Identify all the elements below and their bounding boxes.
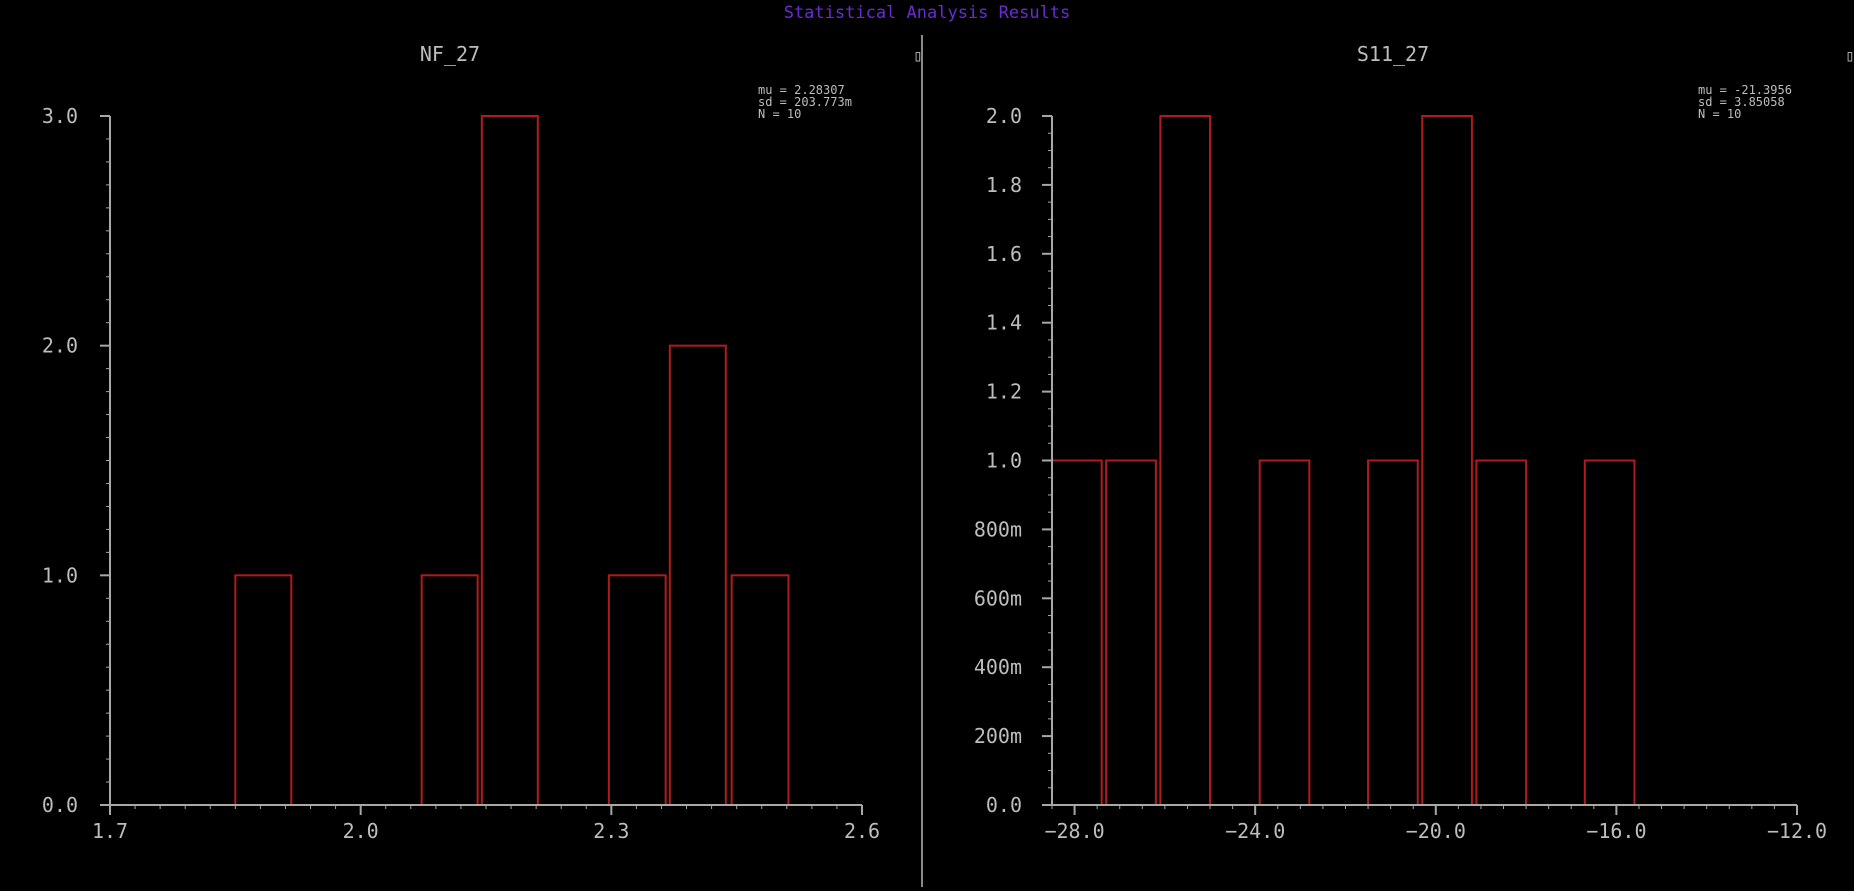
- x-tick-label: −16.0: [1586, 819, 1646, 843]
- y-tick-label: 400m: [974, 655, 1022, 679]
- x-tick-label: 2.3: [593, 819, 629, 843]
- y-tick-label: 1.4: [986, 311, 1022, 335]
- histogram-panel-s1127: S11_27 ▯mu = -21.3956sd = 3.85058N = 100.…: [974, 42, 1854, 843]
- chart-title: S11_27: [1357, 42, 1429, 66]
- stats-line: N = 10: [1698, 107, 1741, 121]
- panel-corner-icon: ▯: [913, 46, 923, 65]
- y-tick-label: 1.0: [986, 449, 1022, 473]
- histogram-bar-6: [730, 574, 790, 806]
- x-tick-label: −20.0: [1406, 819, 1466, 843]
- histogram-bar-4: [1258, 459, 1311, 806]
- panel-corner-icon: ▯: [1845, 46, 1854, 65]
- x-tick-label: −28.0: [1044, 819, 1104, 843]
- histogram-bar-1: [234, 574, 293, 806]
- histogram-bar-3: [1159, 115, 1212, 806]
- x-tick-label: −24.0: [1225, 819, 1285, 843]
- histogram-bar-5: [1367, 459, 1419, 806]
- histogram-bar-2: [1105, 459, 1157, 806]
- window-title: Statistical Analysis Results: [784, 3, 1071, 23]
- histogram-bar-1: [1051, 459, 1103, 806]
- y-tick-label: 1.8: [986, 173, 1022, 197]
- chart-title: NF_27: [420, 42, 480, 66]
- y-tick-label: 0.0: [986, 793, 1022, 817]
- y-tick-label: 1.0: [42, 563, 78, 587]
- histogram-bar-3: [480, 115, 539, 806]
- y-tick-label: 1.2: [986, 380, 1022, 404]
- stats-line: N = 10: [758, 107, 801, 121]
- histogram-bar-4: [607, 574, 667, 806]
- y-tick-label: 600m: [974, 586, 1022, 610]
- histogram-bar-8: [1583, 459, 1636, 806]
- histogram-bar-5: [668, 344, 727, 806]
- histogram-panel-nf27: NF_27 ▯mu = 2.28307sd = 203.773mN = 100.0…: [42, 42, 923, 843]
- y-tick-label: 2.0: [42, 334, 78, 358]
- y-tick-label: 200m: [974, 724, 1022, 748]
- analysis-window: Statistical Analysis Results NF_27 ▯ mu = …: [0, 0, 1854, 887]
- x-tick-label: −12.0: [1767, 819, 1827, 843]
- histogram-bar-2: [420, 574, 479, 806]
- histogram-bar-7: [1475, 459, 1528, 806]
- y-tick-label: 3.0: [42, 104, 78, 128]
- y-tick-label: 1.6: [986, 242, 1022, 266]
- y-tick-label: 800m: [974, 517, 1022, 541]
- x-tick-label: 1.7: [92, 819, 128, 843]
- y-tick-label: 0.0: [42, 793, 78, 817]
- histogram-canvas: Statistical Analysis Results NF_27 ▯mu = …: [42, 3, 1854, 887]
- y-tick-label: 2.0: [986, 104, 1022, 128]
- x-tick-label: 2.6: [844, 819, 880, 843]
- x-tick-label: 2.0: [343, 819, 379, 843]
- histogram-bar-6: [1421, 115, 1473, 806]
